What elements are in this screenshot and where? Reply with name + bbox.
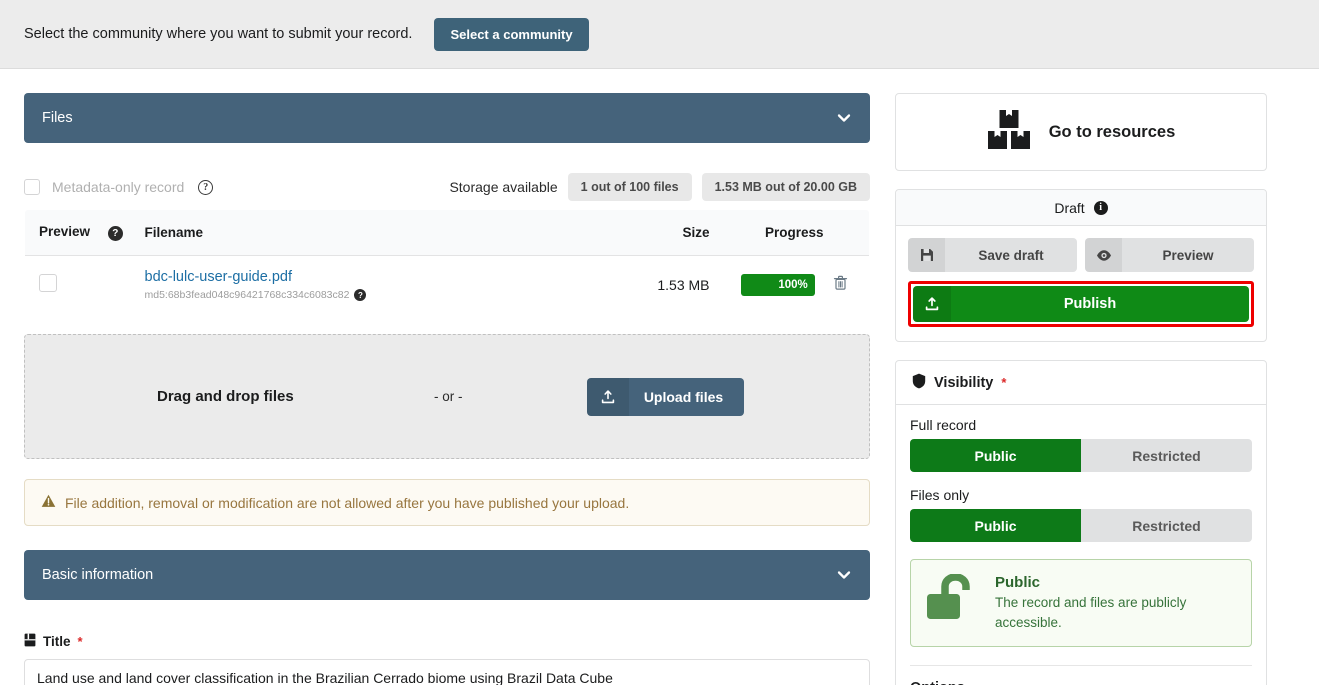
row-filename-cell: bdc-lulc-user-guide.pdf md5:68b3fead048c… — [135, 256, 610, 314]
files-only-public-button[interactable]: Public — [910, 509, 1081, 542]
publish-highlight-box: Publish — [908, 281, 1254, 327]
metadata-only-label: Metadata-only record — [52, 179, 185, 195]
files-table-head: Preview ? Filename Size Progress — [25, 210, 869, 256]
publish-button[interactable]: Publish — [913, 286, 1249, 322]
progress-bar: 100% — [740, 273, 815, 296]
row-preview-cell — [25, 256, 135, 314]
warning-triangle-icon — [41, 494, 56, 511]
trash-icon[interactable] — [833, 275, 848, 294]
title-input[interactable] — [24, 659, 870, 685]
unlock-icon — [925, 573, 979, 627]
files-table: Preview ? Filename Size Progress bdc-lul… — [24, 209, 870, 314]
storage-available-label: Storage available — [449, 179, 558, 195]
preview-label: Preview — [1162, 247, 1214, 263]
community-prompt: Select the community where you want to s… — [24, 26, 413, 42]
chevron-down-icon[interactable] — [836, 567, 852, 583]
storage-size-pill: 1.53 MB out of 20.00 GB — [701, 173, 870, 201]
dropzone-drag-text: Drag and drop files — [157, 388, 294, 405]
draft-button-row: Save draft Preview — [908, 238, 1254, 272]
save-icon — [908, 238, 945, 272]
files-table-header-row: Preview ? Filename Size Progress — [25, 210, 869, 256]
dropzone-or-text: - or - — [434, 389, 463, 404]
storage-available-group: Storage available 1 out of 100 files 1.5… — [449, 173, 870, 201]
file-checksum: md5:68b3fead048c96421768c334c6083c82 ? — [145, 289, 600, 301]
file-dropzone[interactable]: Drag and drop files - or - Upload files — [24, 334, 870, 459]
upload-files-button[interactable]: Upload files — [587, 377, 744, 416]
storage-files-pill: 1 out of 100 files — [567, 173, 692, 201]
column-header-size: Size — [609, 210, 720, 256]
file-checksum-text: md5:68b3fead048c96421768c334c6083c82 — [144, 289, 350, 301]
row-size-cell: 1.53 MB — [657, 276, 710, 293]
save-draft-button[interactable]: Save draft — [908, 238, 1077, 272]
select-community-button[interactable]: Select a community — [434, 17, 589, 51]
basic-information-accordion-header[interactable]: Basic information — [24, 550, 870, 600]
upload-record-page: Select the community where you want to s… — [0, 0, 1319, 685]
files-accordion-title: Files — [42, 110, 73, 126]
save-draft-label: Save draft — [978, 247, 1044, 263]
files-warning-text: File addition, removal or modification a… — [65, 494, 630, 511]
shield-icon — [912, 373, 926, 393]
left-column: Files Metadata-only record ? Storage ava… — [24, 93, 870, 685]
visibility-info-description: The record and files are publicly access… — [995, 595, 1187, 630]
upload-icon — [587, 377, 629, 416]
files-only-toggle-group: Public Restricted — [910, 509, 1252, 542]
info-circle-icon[interactable]: i — [1093, 200, 1108, 215]
upload-files-button-label: Upload files — [643, 388, 724, 405]
help-circle-icon[interactable]: ? — [354, 289, 367, 301]
column-header-preview-label: Preview — [39, 224, 91, 239]
required-asterisk: * — [1001, 375, 1007, 390]
help-circle-icon[interactable]: ? — [198, 179, 214, 195]
go-to-resources-card[interactable]: Go to resources — [895, 93, 1267, 171]
file-link[interactable]: bdc-lulc-user-guide.pdf — [145, 269, 293, 285]
community-bar: Select the community where you want to s… — [0, 0, 1319, 69]
files-only-restricted-button[interactable]: Restricted — [1081, 509, 1252, 542]
right-sidebar: Go to resources Draft i Save draft Previ… — [895, 93, 1267, 685]
files-accordion-header[interactable]: Files — [24, 93, 870, 143]
metadata-only-row: Metadata-only record ? Storage available… — [24, 173, 870, 201]
column-header-progress: Progress — [719, 210, 869, 256]
full-record-toggle-group: Public Restricted — [910, 439, 1252, 472]
page-content: Files Metadata-only record ? Storage ava… — [0, 69, 1319, 685]
row-progress-cell: 100% — [720, 256, 870, 314]
visibility-header: Visibility * — [896, 361, 1266, 405]
preview-button[interactable]: Preview — [1085, 238, 1254, 272]
chevron-down-icon[interactable] — [836, 110, 852, 126]
title-label-text: Title — [43, 634, 71, 649]
preview-checkbox[interactable] — [39, 274, 57, 292]
eye-icon — [1085, 238, 1122, 272]
visibility-card: Visibility * Full record Public Restrict… — [895, 360, 1267, 685]
title-field-label: Title * — [24, 633, 870, 650]
visibility-body: Full record Public Restricted Files only… — [896, 405, 1266, 685]
full-record-public-button[interactable]: Public — [910, 439, 1081, 472]
visibility-info-text: Public The record and files are publicly… — [995, 574, 1237, 632]
progress-value: 100% — [778, 278, 808, 291]
full-record-label: Full record — [910, 417, 977, 433]
publish-button-label: Publish — [1063, 296, 1117, 312]
go-to-resources-label: Go to resources — [1048, 122, 1176, 141]
draft-status-header: Draft i — [896, 190, 1266, 226]
upload-icon — [913, 286, 951, 322]
visibility-info-title: Public — [995, 574, 1041, 591]
book-icon — [24, 633, 36, 650]
options-title: Options — [910, 666, 1252, 685]
draft-card: Draft i Save draft Preview Publish — [895, 189, 1267, 342]
draft-status-label: Draft — [1054, 199, 1085, 216]
files-table-body: bdc-lulc-user-guide.pdf md5:68b3fead048c… — [25, 256, 870, 314]
required-asterisk: * — [77, 634, 83, 649]
full-record-restricted-button[interactable]: Restricted — [1081, 439, 1252, 472]
column-header-preview: Preview ? — [25, 210, 135, 256]
table-row: bdc-lulc-user-guide.pdf md5:68b3fead048c… — [25, 256, 870, 314]
visibility-info-box: Public The record and files are publicly… — [910, 559, 1252, 648]
boxes-icon — [987, 109, 1031, 156]
draft-actions: Save draft Preview Publish — [896, 226, 1266, 341]
column-header-filename: Filename — [134, 210, 610, 256]
files-warning-message: File addition, removal or modification a… — [24, 479, 870, 526]
files-only-label: Files only — [910, 487, 970, 503]
basic-information-title: Basic information — [42, 567, 154, 583]
visibility-header-label: Visibility — [934, 374, 994, 391]
metadata-only-checkbox[interactable] — [24, 179, 40, 195]
help-circle-icon[interactable]: ? — [107, 226, 123, 241]
